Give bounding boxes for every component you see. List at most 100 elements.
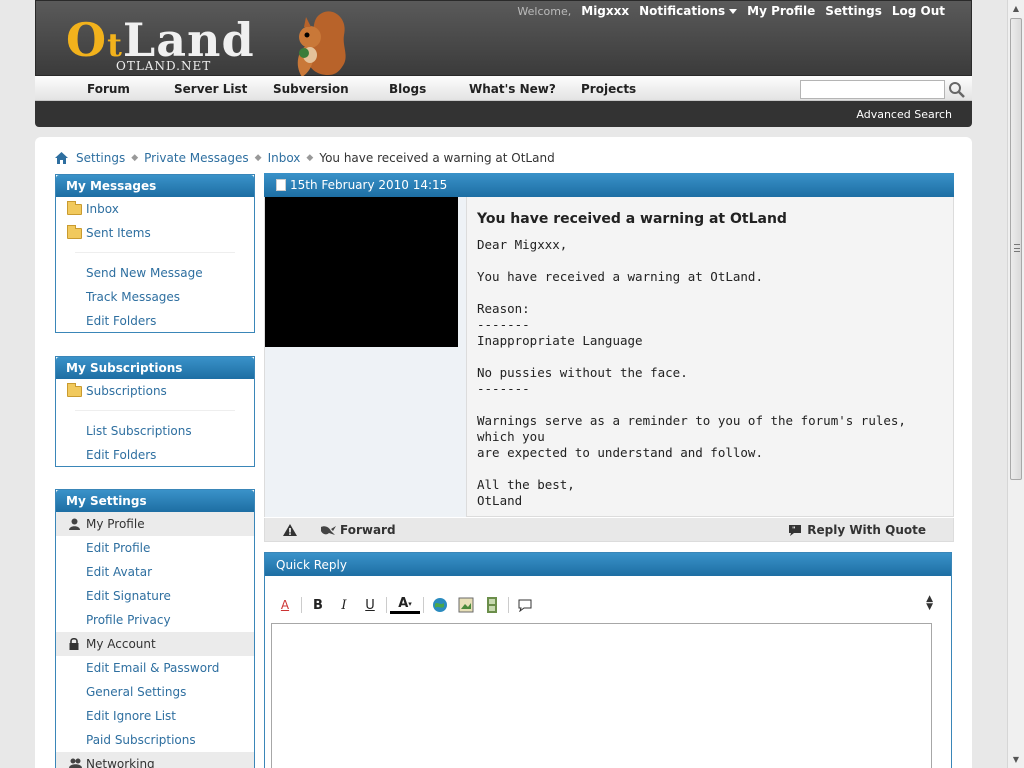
divider [508,597,509,613]
sidebar-item-edit-email-password[interactable]: Edit Email & Password [56,656,254,680]
squirrel-mascot-icon [297,11,346,77]
sidebar-group-networking[interactable]: Networking [56,752,254,768]
scroll-up-icon[interactable]: ▲ [1008,0,1024,17]
sidebar-item-inbox[interactable]: Inbox [56,197,254,221]
my-subscriptions-block: My Subscriptions Subscriptions List Subs… [55,356,255,467]
sidebar-group-label: My Profile [86,517,145,531]
sidebar-item-edit-signature[interactable]: Edit Signature [56,584,254,608]
insert-video-icon[interactable] [479,595,505,615]
resize-editor-icon[interactable]: ▲ ▼ [926,595,933,612]
message-text: Dear Migxxx, You have received a warning… [477,237,906,508]
welcome-label: Welcome, [517,4,572,18]
user-nav: Welcome, Migxxx Notifications My Profile… [517,4,945,18]
sidebar-item-label: Sent Items [86,226,151,240]
username-link[interactable]: Migxxx [581,4,629,18]
sidebar-item-edit-profile[interactable]: Edit Profile [56,536,254,560]
reply-with-quote-button[interactable]: " Reply With Quote [788,523,926,537]
my-profile-link[interactable]: My Profile [747,4,815,18]
site-logo[interactable]: OtLand OTLAND.NET [66,11,356,77]
forward-button[interactable]: Forward [319,523,396,537]
breadcrumb-private-messages[interactable]: Private Messages [144,151,249,165]
editor-toolbar: A B I U A ▾ [272,595,538,615]
breadcrumb-current: You have received a warning at OtLand [319,151,555,165]
svg-text:": " [792,525,796,533]
sidebar-item-edit-avatar[interactable]: Edit Avatar [56,560,254,584]
bold-icon[interactable]: B [305,595,331,615]
warning-icon[interactable] [283,524,297,536]
folder-icon [67,383,82,397]
sidebar-group-my-account[interactable]: My Account [56,632,254,656]
quick-reply-textarea[interactable] [271,623,932,768]
nav-blogs[interactable]: Blogs [389,82,426,96]
folder-icon [67,201,82,215]
message-footer: Forward " Reply With Quote [264,518,954,542]
my-settings-block: My Settings My Profile Edit Profile Edit… [55,489,255,768]
insert-quote-icon[interactable] [512,595,538,615]
advanced-search-link[interactable]: Advanced Search [856,108,952,121]
breadcrumb-separator-icon: ◆ [306,153,314,163]
sidebar-item-label: Subscriptions [86,384,167,398]
my-messages-block: My Messages Inbox Sent Items Send New Me… [55,174,255,333]
divider [423,597,424,613]
sidebar-item-sent-items[interactable]: Sent Items [56,221,254,245]
notifications-label: Notifications [639,4,726,18]
vertical-scrollbar[interactable]: ▲ ▼ [1007,0,1024,768]
breadcrumb: Settings ◆ Private Messages ◆ Inbox ◆ Yo… [55,151,555,165]
sidebar-item-list-subscriptions[interactable]: List Subscriptions [56,419,254,443]
quote-bubble-icon: " [789,524,802,536]
settings-link[interactable]: Settings [825,4,882,18]
sidebar-item-profile-privacy[interactable]: Profile Privacy [56,608,254,632]
people-icon [69,758,82,768]
sidebar-group-label: My Account [86,637,156,651]
home-icon[interactable] [55,152,68,164]
sidebar-group-label: Networking [86,757,155,768]
sender-info [265,197,467,517]
remove-format-icon[interactable]: A [272,595,298,615]
sidebar-item-track-messages[interactable]: Track Messages [56,285,254,309]
site-header: OtLand OTLAND.NET Welcome, Migxxx Notifi… [35,0,972,77]
scroll-down-icon[interactable]: ▼ [1008,751,1024,768]
logout-link[interactable]: Log Out [892,4,945,18]
nav-whats-new[interactable]: What's New? [469,82,556,96]
chevron-down-icon [729,9,738,14]
divider [75,410,235,411]
sidebar-item-general-settings[interactable]: General Settings [56,680,254,704]
divider [75,252,235,253]
search-icon[interactable] [947,80,967,99]
content-panel: Settings ◆ Private Messages ◆ Inbox ◆ Yo… [35,137,972,768]
sidebar-item-edit-ignore-list[interactable]: Edit Ignore List [56,704,254,728]
sidebar-item-send-new-message[interactable]: Send New Message [56,261,254,285]
breadcrumb-settings[interactable]: Settings [76,151,125,165]
sidebar-item-subscriptions[interactable]: Subscriptions [56,379,254,403]
lock-icon [69,638,79,650]
notifications-menu[interactable]: Notifications [639,4,738,18]
breadcrumb-inbox[interactable]: Inbox [268,151,301,165]
insert-image-icon[interactable] [453,595,479,615]
reply-with-quote-label: Reply With Quote [807,523,926,537]
sidebar-item-edit-folders[interactable]: Edit Folders [56,309,254,333]
sidebar-item-paid-subscriptions[interactable]: Paid Subscriptions [56,728,254,752]
underline-icon[interactable]: U [357,595,383,615]
font-color-icon[interactable]: A ▾ [390,596,420,614]
nav-server-list[interactable]: Server List [174,82,247,96]
document-icon [276,179,286,191]
message-body: You have received a warning at OtLand De… [264,197,954,517]
block-title: My Subscriptions [56,357,254,379]
search-input[interactable] [800,80,945,99]
message-date: 15th February 2010 14:15 [290,178,448,192]
sidebar-item-edit-subscription-folders[interactable]: Edit Folders [56,443,254,467]
message-header: 15th February 2010 14:15 [264,173,954,197]
main-nav: Forum Server List Subversion Blogs What'… [35,76,972,101]
sidebar-group-my-profile[interactable]: My Profile [56,512,254,536]
block-title: My Settings [56,490,254,512]
forward-label: Forward [340,523,396,537]
message-title: You have received a warning at OtLand [477,211,787,227]
italic-icon[interactable]: I [331,595,357,615]
insert-link-icon[interactable] [427,595,453,615]
nav-projects[interactable]: Projects [581,82,636,96]
scroll-thumb[interactable] [1010,18,1022,480]
divider [386,597,387,613]
nav-subversion[interactable]: Subversion [273,82,349,96]
nav-forum[interactable]: Forum [87,82,130,96]
quick-reply-panel: Quick Reply A B I U A ▾ ▲ ▼ [264,552,952,768]
